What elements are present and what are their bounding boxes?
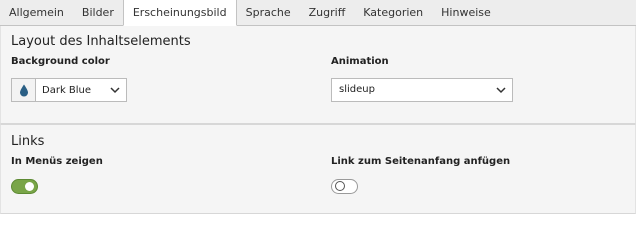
add-to-top-link-toggle[interactable]	[331, 179, 358, 194]
show-in-menus-toggle[interactable]	[11, 179, 38, 194]
tab-sprache[interactable]: Sprache	[237, 0, 300, 25]
tab-zugriff[interactable]: Zugriff	[300, 0, 355, 25]
background-color-label: Background color	[11, 56, 110, 67]
background-color-select[interactable]: Dark Blue	[11, 78, 127, 102]
links-panel: Links In Menüs zeigen Link zum Seitenanf…	[0, 124, 636, 214]
layout-panel: Layout des Inhaltselements Background co…	[0, 26, 636, 124]
animation-label: Animation	[331, 56, 389, 67]
add-to-top-link-label: Link zum Seitenanfang anfügen	[331, 156, 511, 167]
links-section-title: Links	[11, 134, 45, 149]
show-in-menus-label: In Menüs zeigen	[11, 156, 103, 167]
animation-value: slideup	[339, 84, 375, 95]
droplet-icon	[19, 84, 28, 96]
toggle-knob	[25, 182, 34, 191]
layout-section-title: Layout des Inhaltselements	[11, 34, 191, 49]
tab-erscheinungsbild[interactable]: Erscheinungsbild	[122, 0, 237, 26]
chevron-down-icon	[110, 87, 120, 94]
tab-bar: Allgemein Bilder Erscheinungsbild Sprach…	[0, 0, 636, 26]
tab-hinweise[interactable]: Hinweise	[432, 0, 500, 25]
tab-kategorien[interactable]: Kategorien	[354, 0, 432, 25]
tab-bilder[interactable]: Bilder	[73, 0, 123, 25]
color-swatch	[12, 79, 36, 101]
animation-select[interactable]: slideup	[331, 78, 513, 102]
toggle-knob	[335, 181, 345, 191]
tab-allgemein[interactable]: Allgemein	[0, 0, 73, 25]
chevron-down-icon	[496, 87, 506, 94]
